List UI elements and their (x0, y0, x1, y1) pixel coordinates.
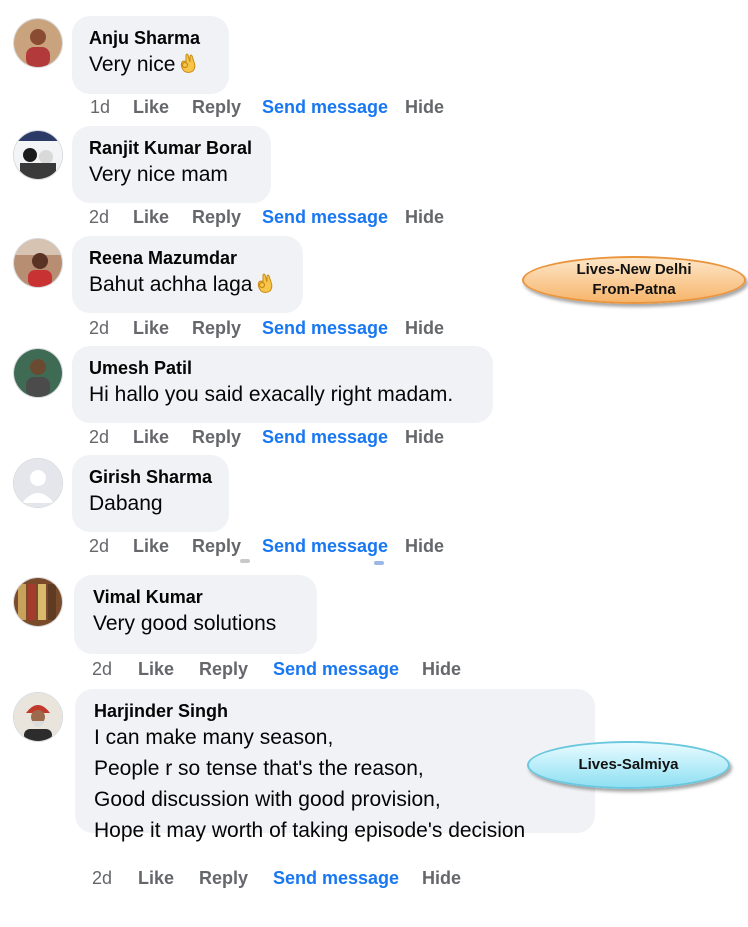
reply-button[interactable]: Reply (192, 427, 241, 448)
comment-text: Dabang (89, 492, 163, 515)
timestamp[interactable]: 2d (89, 207, 109, 228)
profile-photo-icon (14, 693, 62, 741)
ok-hand-emoji-icon (181, 53, 196, 73)
comment-text: Very good solutions (93, 612, 277, 635)
send-message-button[interactable]: Send message (262, 536, 388, 557)
profile-photo-icon (14, 131, 62, 179)
comment-text: Very nice (89, 49, 213, 80)
like-button[interactable]: Like (138, 659, 174, 680)
hide-button[interactable]: Hide (405, 97, 444, 118)
like-button[interactable]: Like (133, 536, 169, 557)
ok-hand-emoji-icon (258, 273, 273, 293)
clipped-text-fragment (238, 557, 388, 567)
reply-button[interactable]: Reply (192, 207, 241, 228)
default-avatar-icon (14, 459, 62, 507)
comment-text-line: Good discussion with good provision, (94, 788, 441, 811)
comment-author[interactable]: Harjinder Singh (92, 700, 579, 722)
reply-button[interactable]: Reply (192, 97, 241, 118)
hide-button[interactable]: Hide (422, 868, 461, 889)
comment-bubble: Umesh Patil Hi hallo you said exacally r… (72, 346, 493, 423)
avatar[interactable] (13, 348, 63, 398)
comment-author[interactable]: Girish Sharma (89, 466, 213, 488)
like-button[interactable]: Like (133, 318, 169, 339)
hide-button[interactable]: Hide (405, 318, 444, 339)
like-button[interactable]: Like (138, 868, 174, 889)
comment-text-line: People r so tense that's the reason, (94, 757, 424, 780)
reply-button[interactable]: Reply (199, 659, 248, 680)
callout-line: From-Patna (592, 281, 676, 298)
comment-author[interactable]: Vimal Kumar (91, 586, 301, 608)
timestamp[interactable]: 2d (92, 868, 112, 889)
comment-author[interactable]: Ranjit Kumar Boral (89, 137, 255, 159)
send-message-button[interactable]: Send message (262, 427, 388, 448)
comment-author[interactable]: Umesh Patil (89, 357, 477, 379)
profile-photo-icon (14, 578, 62, 626)
timestamp[interactable]: 1d (90, 97, 110, 118)
like-button[interactable]: Like (133, 207, 169, 228)
profile-photo-icon (14, 349, 62, 397)
hide-button[interactable]: Hide (405, 427, 444, 448)
like-button[interactable]: Like (133, 97, 169, 118)
profile-photo-icon (14, 239, 62, 287)
timestamp[interactable]: 2d (89, 536, 109, 557)
send-message-button[interactable]: Send message (262, 318, 388, 339)
send-message-button[interactable]: Send message (262, 207, 388, 228)
send-message-button[interactable]: Send message (273, 868, 399, 889)
comment-bubble: Anju Sharma Very nice (72, 16, 229, 94)
comment-text: Very nice mam (89, 163, 228, 186)
timestamp[interactable]: 2d (89, 318, 109, 339)
profile-photo-icon (14, 19, 62, 67)
hide-button[interactable]: Hide (405, 207, 444, 228)
send-message-button[interactable]: Send message (273, 659, 399, 680)
avatar[interactable] (13, 577, 63, 627)
reply-button[interactable]: Reply (192, 536, 241, 557)
comment-bubble: Ranjit Kumar Boral Very nice mam (72, 126, 271, 203)
avatar[interactable] (13, 130, 63, 180)
callout-line: Lives-New Delhi (576, 261, 692, 278)
comment-author[interactable]: Reena Mazumdar (89, 247, 287, 269)
hide-button[interactable]: Hide (405, 536, 444, 557)
comment-bubble: Reena Mazumdar Bahut achha laga (72, 236, 303, 313)
comment-author[interactable]: Anju Sharma (89, 27, 213, 49)
location-callout: Lives-Salmiya (527, 741, 730, 789)
like-button[interactable]: Like (133, 427, 169, 448)
avatar[interactable] (13, 458, 63, 508)
comment-bubble: Girish Sharma Dabang (72, 455, 229, 532)
comment-text: Hi hallo you said exacally right madam. (89, 383, 454, 406)
avatar[interactable] (13, 18, 63, 68)
callout-line: Lives-Salmiya (578, 756, 679, 773)
avatar[interactable] (13, 692, 63, 742)
comment-text-line: I can make many season, (94, 726, 334, 749)
comment-bubble: Harjinder Singh I can make many season, … (75, 689, 595, 842)
comment-bubble: Vimal Kumar Very good solutions (74, 575, 317, 654)
comment-text: Bahut achha laga (89, 269, 287, 300)
location-callout: Lives-New Delhi From-Patna (522, 256, 746, 304)
reply-button[interactable]: Reply (199, 868, 248, 889)
hide-button[interactable]: Hide (422, 659, 461, 680)
reply-button[interactable]: Reply (192, 318, 241, 339)
comment-text-line: Hope it may worth of taking episode's de… (94, 819, 526, 842)
timestamp[interactable]: 2d (89, 427, 109, 448)
avatar[interactable] (13, 238, 63, 288)
send-message-button[interactable]: Send message (262, 97, 388, 118)
timestamp[interactable]: 2d (92, 659, 112, 680)
